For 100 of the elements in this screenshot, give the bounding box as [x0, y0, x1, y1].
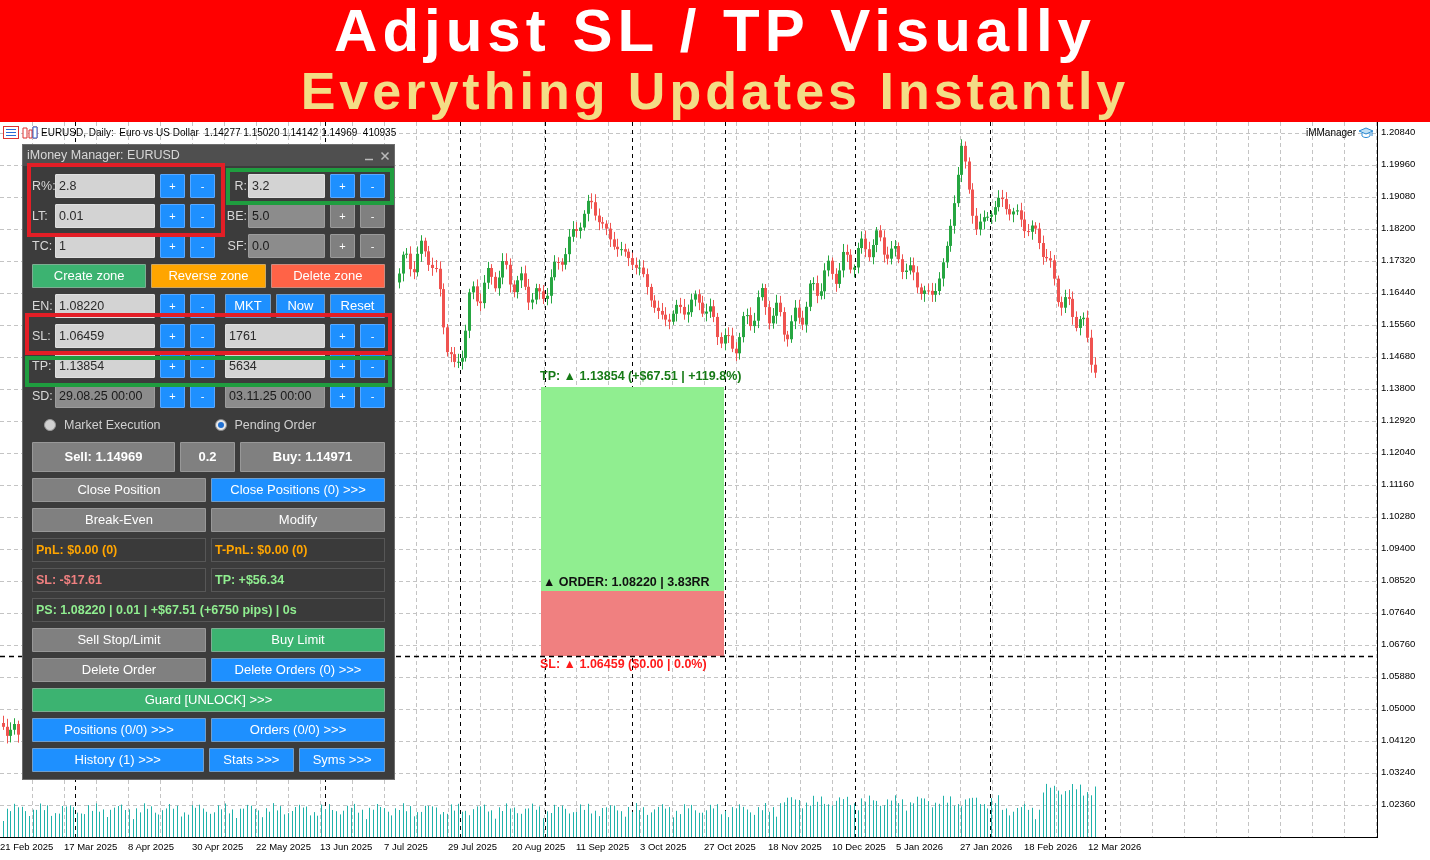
price-tick-label: 1.17320	[1381, 253, 1417, 267]
stepper-button[interactable]: -	[190, 324, 215, 348]
radio-label: Market Execution	[64, 416, 161, 434]
date-tick-label: 3 Oct 2025	[640, 840, 688, 854]
stepper-button[interactable]: +	[330, 324, 355, 348]
panel-button[interactable]: Reverse zone	[151, 264, 266, 288]
date-tick-label: 18 Nov 2025	[768, 840, 823, 854]
price-tick-label: 1.13800	[1381, 381, 1417, 395]
readout-text: PnL: $0.00 (0)	[32, 538, 206, 562]
price-tick-label: 1.09400	[1381, 541, 1417, 555]
field-label: SF:	[226, 237, 248, 255]
panel-button[interactable]: Create zone	[32, 264, 147, 288]
price-tick-label: 1.11160	[1381, 477, 1415, 491]
input-field[interactable]: 1.06459	[55, 324, 155, 348]
panel-title: iMoney Manager: EURUSD	[27, 147, 181, 165]
radio-button[interactable]	[214, 419, 227, 431]
stepper-button[interactable]: -	[190, 204, 215, 228]
date-tick-label: 29 Jul 2025	[448, 840, 499, 854]
banner-subtitle: Everything Updates Instantly	[300, 63, 1130, 119]
panel-button[interactable]: Buy: 1.14971	[240, 442, 385, 472]
radio-label: Pending Order	[234, 416, 316, 434]
stepper-button[interactable]: +	[160, 324, 185, 348]
panel-button[interactable]: Sell: 1.14969	[32, 442, 175, 472]
field-label: TC:	[32, 237, 54, 255]
input-field[interactable]: 3.2	[248, 174, 325, 198]
stepper-button[interactable]: +	[160, 174, 185, 198]
stepper-button[interactable]: -	[360, 324, 385, 348]
price-tick-label: 1.06760	[1381, 637, 1417, 651]
panel-button[interactable]: Close Position	[32, 478, 206, 502]
date-tick-label: 5 Jan 2026	[896, 840, 944, 854]
stepper-button[interactable]: +	[160, 204, 185, 228]
list-icon[interactable]	[3, 126, 19, 139]
price-tick-label: 1.07640	[1381, 605, 1417, 619]
price-tick-label: 1.12040	[1381, 445, 1417, 459]
price-tick-label: 1.04120	[1381, 733, 1417, 747]
radio-button[interactable]	[44, 419, 56, 431]
price-tick-label: 1.03240	[1381, 765, 1417, 779]
chart-info: EURUSD, Daily: Euro vs US Dollar 1.14277 1.15020 1.14142 1.14969 410935	[41, 126, 397, 139]
indicator-label: iMManager	[1305, 127, 1356, 139]
field-label: R:	[233, 177, 248, 195]
radio-option[interactable]: Pending Order	[214, 415, 385, 435]
panel-button[interactable]: History (1) >>>	[32, 748, 204, 772]
field-label: EN:	[32, 297, 54, 315]
date-tick-label: 27 Jan 2026	[960, 840, 1014, 854]
price-tick-label: 1.05880	[1381, 669, 1417, 683]
stepper-button[interactable]: +	[330, 174, 355, 198]
panel-button[interactable]: Guard [UNLOCK] >>>	[32, 688, 385, 712]
date-tick-label: 30 Apr 2025	[192, 840, 245, 854]
chart-icon[interactable]	[22, 126, 38, 139]
panel-button[interactable]: 0.2	[180, 442, 235, 472]
panel-button[interactable]: Syms >>>	[299, 748, 385, 772]
date-tick-label: 8 Apr 2025	[128, 840, 175, 854]
price-tick-label: 1.08520	[1381, 573, 1417, 587]
field-label: LT:	[32, 207, 49, 225]
date-tick-label: 11 Sep 2025	[576, 840, 631, 854]
date-tick-label: 18 Feb 2026	[1024, 840, 1079, 854]
price-tick-label: 1.12920	[1381, 413, 1417, 427]
date-tick-label: 21 Feb 2025	[0, 840, 55, 854]
panel-button[interactable]: Delete Order	[32, 658, 206, 682]
panel-button[interactable]: Break-Even	[32, 508, 206, 532]
order-label: ▲ ORDER: 1.08220 | 3.83RR	[543, 575, 710, 589]
radio-option[interactable]: Market Execution	[44, 415, 215, 435]
close-icon[interactable]	[380, 150, 390, 161]
banner-title: Adjust SL / TP Visually	[334, 0, 1096, 63]
stepper-button[interactable]: -	[360, 174, 385, 198]
date-tick-label: 13 Jun 2025	[320, 840, 374, 854]
take-profit-label: TP: ▲ 1.13854 (+$67.51 | +119.8%)	[540, 369, 742, 383]
field-label: SL:	[32, 327, 52, 345]
date-tick-label: 7 Jul 2025	[384, 840, 429, 854]
date-tick-label: 10 Dec 2025	[832, 840, 887, 854]
panel-button[interactable]: Delete Orders (0) >>>	[211, 658, 385, 682]
panel-button[interactable]: Sell Stop/Limit	[32, 628, 206, 652]
panel-button[interactable]: Buy Limit	[211, 628, 385, 652]
panel-button[interactable]: Positions (0/0) >>>	[32, 718, 206, 742]
price-tick-label: 1.20840	[1381, 125, 1417, 139]
readout-text: PS: 1.08220 | 0.01 | +$67.51 (+6750 pips) | 0s	[32, 598, 385, 622]
price-tick-label: 1.10280	[1381, 509, 1417, 523]
price-tick-label: 1.05000	[1381, 701, 1417, 715]
panel-button[interactable]: Delete zone	[270, 264, 385, 288]
stepper-button[interactable]: -	[190, 174, 215, 198]
input-field[interactable]: 2.8	[55, 174, 155, 198]
field-label: TP:	[32, 357, 53, 375]
price-tick-label: 1.18200	[1381, 221, 1417, 235]
panel-button[interactable]: Orders (0/0) >>>	[211, 718, 385, 742]
price-tick-label: 1.02360	[1381, 797, 1417, 811]
input-field[interactable]: 1761	[225, 324, 325, 348]
field-label: R%:	[32, 177, 55, 195]
price-tick-label: 1.19960	[1381, 157, 1417, 171]
panel-button[interactable]: Stats >>>	[208, 748, 295, 772]
graduation-cap-icon	[1358, 126, 1374, 140]
readout-text: SL: -$17.61	[32, 568, 206, 592]
panel-button[interactable]: Close Positions (0) >>>	[211, 478, 385, 502]
panel-button[interactable]: Modify	[211, 508, 385, 532]
price-tick-label: 1.16440	[1381, 285, 1417, 299]
readout-text: TP: +$56.34	[211, 568, 385, 592]
field-label: BE:	[225, 207, 248, 225]
date-tick-label: 20 Aug 2025	[512, 840, 567, 854]
input-field[interactable]: 0.01	[55, 204, 155, 228]
date-tick-label: 17 Mar 2025	[64, 840, 119, 854]
date-tick-label: 12 Mar 2026	[1088, 840, 1143, 854]
